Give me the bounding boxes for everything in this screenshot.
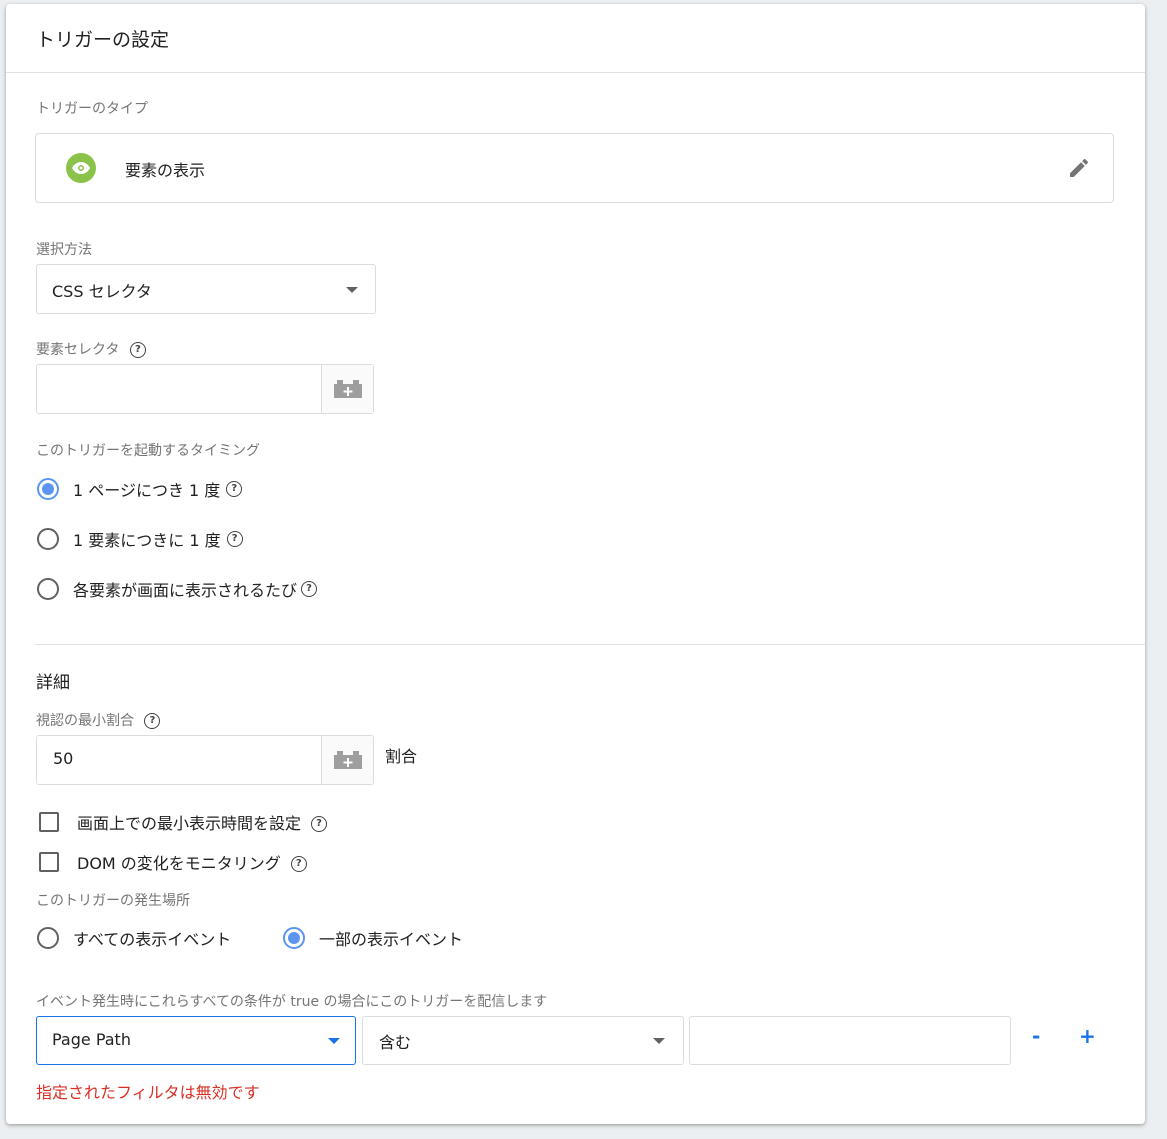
selection-method-dropdown[interactable]: CSS セレクタ [36, 264, 376, 314]
condition-variable-dropdown[interactable]: Page Path [36, 1016, 356, 1065]
condition-label: イベント発生時にこれらすべての条件が true の場合にこのトリガーを配信します [36, 994, 548, 1010]
timing-option-label: 1 要素につきに 1 度 [73, 531, 221, 550]
radio-unselected[interactable] [37, 528, 59, 550]
radio-selected[interactable] [37, 478, 59, 500]
min-visible-label: 視認の最小割合 [36, 713, 134, 729]
header-divider [6, 72, 1145, 73]
card-title: トリガーの設定 [36, 29, 170, 51]
condition-value-input[interactable] [689, 1016, 1011, 1065]
timing-option-once-per-page[interactable]: 1 ページにつき 1 度 ? [37, 477, 243, 501]
eye-icon [66, 153, 96, 183]
filter-error-message: 指定されたフィルタは無効です [36, 1083, 260, 1102]
element-selector-input[interactable] [36, 364, 374, 414]
condition-variable-value: Page Path [52, 1030, 131, 1049]
element-selector-label-row: 要素セレクタ ? [36, 339, 146, 359]
element-selector-label: 要素セレクタ [36, 342, 120, 358]
timing-label: このトリガーを起動するタイミング [36, 443, 260, 459]
dom-changes-checkbox-row[interactable]: DOM の変化をモニタリング ? [39, 850, 307, 874]
fire-on-some-events[interactable]: 一部の表示イベント [283, 926, 463, 950]
chevron-down-icon [653, 1038, 665, 1044]
fire-on-option-label: 一部の表示イベント [319, 930, 464, 949]
condition-operator-dropdown[interactable]: 含む [362, 1016, 684, 1065]
trigger-type-name: 要素の表示 [125, 161, 206, 180]
timing-option-once-per-element[interactable]: 1 要素につきに 1 度 ? [37, 527, 243, 551]
remove-condition-button[interactable]: - [1032, 1024, 1040, 1048]
min-visible-input[interactable]: 50 [36, 735, 374, 785]
trigger-config-card: トリガーの設定 トリガーのタイプ 要素の表示 選択方法 CSS セレクタ 要素セ… [6, 4, 1145, 1124]
selection-method-label: 選択方法 [36, 242, 92, 258]
chevron-down-icon [346, 287, 358, 293]
radio-selected[interactable] [283, 927, 305, 949]
fire-on-all-events[interactable]: すべての表示イベント [37, 926, 231, 950]
add-condition-button[interactable]: + [1079, 1024, 1096, 1048]
timing-option-label: 1 ページにつき 1 度 [73, 481, 221, 500]
min-visible-label-row: 視認の最小割合 ? [36, 710, 161, 730]
radio-unselected[interactable] [37, 927, 59, 949]
condition-operator-value: 含む [379, 1033, 412, 1052]
radio-unselected[interactable] [37, 578, 59, 600]
pencil-icon[interactable] [1067, 156, 1091, 184]
help-icon[interactable]: ? [129, 342, 146, 358]
help-icon[interactable]: ? [290, 856, 307, 872]
help-icon[interactable]: ? [311, 816, 328, 832]
add-variable-icon [333, 380, 362, 398]
fire-on-option-label: すべての表示イベント [73, 930, 232, 949]
min-visible-value: 50 [53, 749, 74, 768]
timing-option-every-time[interactable]: 各要素が画面に表示されるたび ? [37, 577, 318, 601]
checkbox[interactable] [39, 812, 59, 832]
variable-picker-button[interactable] [321, 736, 373, 784]
variable-picker-button[interactable] [321, 365, 373, 413]
help-icon[interactable]: ? [301, 581, 318, 597]
trigger-type-label: トリガーのタイプ [36, 101, 148, 117]
fire-on-label: このトリガーの発生場所 [36, 893, 190, 909]
min-visible-unit: 割合 [385, 747, 418, 766]
min-time-checkbox-row[interactable]: 画面上での最小表示時間を設定 ? [39, 810, 328, 834]
checkbox-label: DOM の変化をモニタリング [77, 854, 281, 873]
help-icon[interactable]: ? [226, 481, 243, 497]
details-heading: 詳細 [36, 673, 70, 693]
help-icon[interactable]: ? [226, 531, 243, 547]
trigger-type-selector[interactable]: 要素の表示 [35, 133, 1114, 203]
help-icon[interactable]: ? [144, 713, 161, 729]
timing-option-label: 各要素が画面に表示されるたび [73, 581, 298, 600]
selection-method-value: CSS セレクタ [52, 282, 152, 301]
checkbox[interactable] [39, 852, 59, 872]
chevron-down-icon [328, 1038, 340, 1044]
section-divider [35, 644, 1145, 645]
checkbox-label: 画面上での最小表示時間を設定 [77, 814, 302, 833]
add-variable-icon [333, 751, 362, 769]
